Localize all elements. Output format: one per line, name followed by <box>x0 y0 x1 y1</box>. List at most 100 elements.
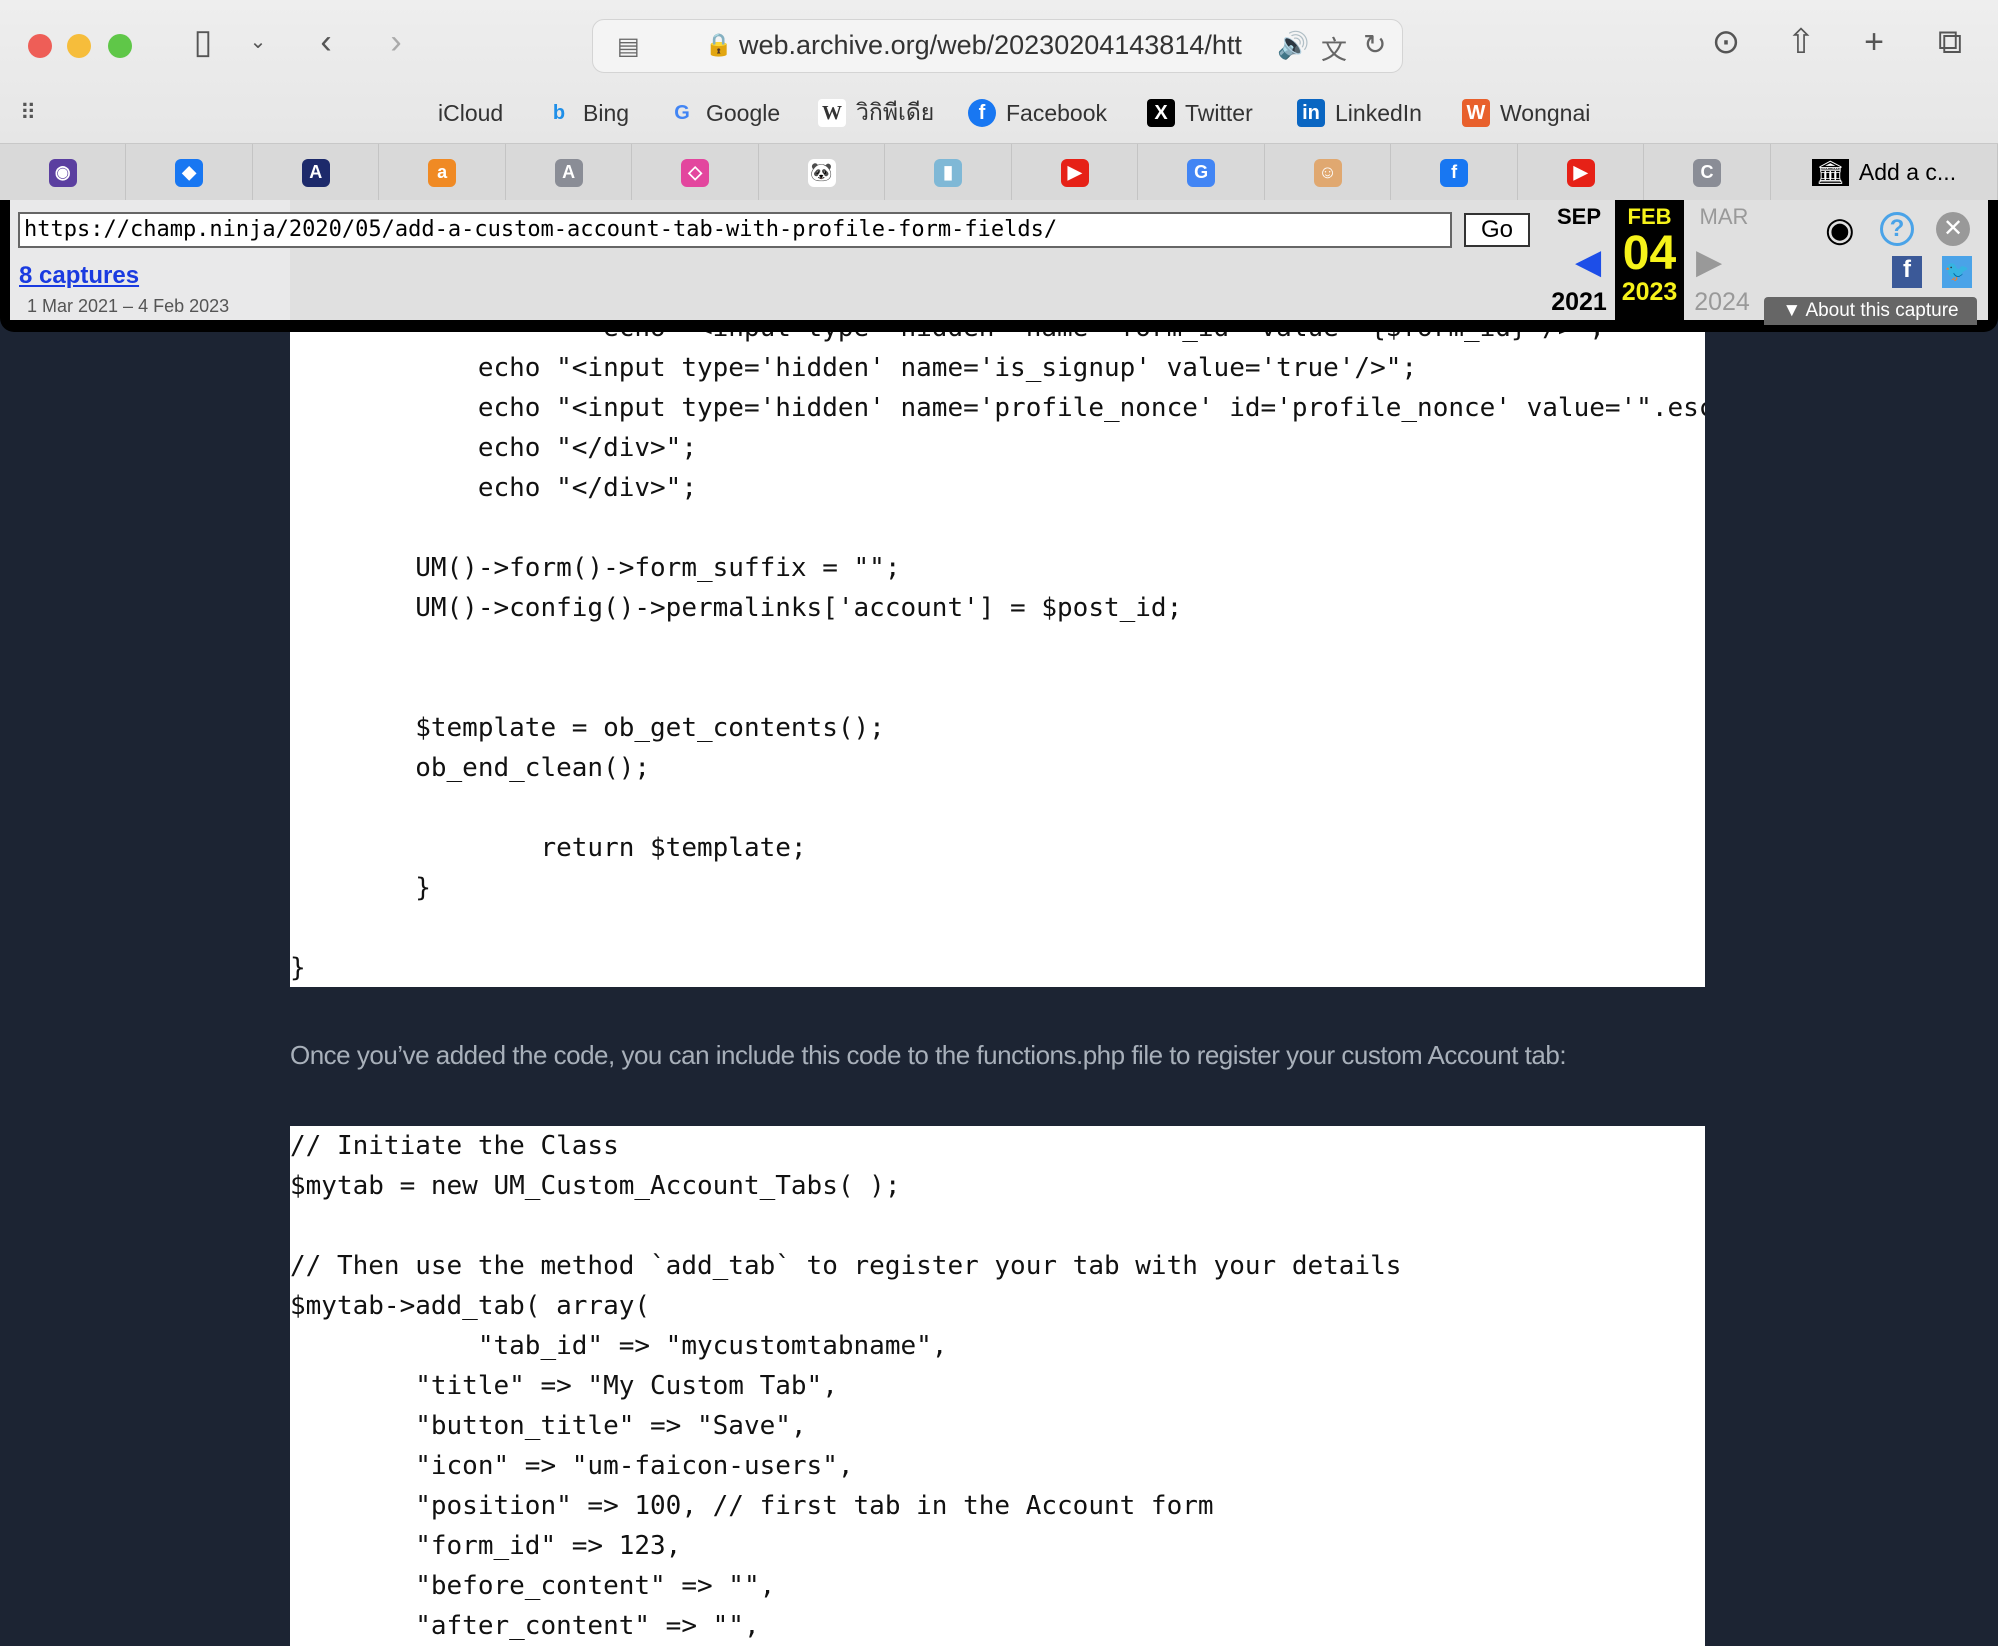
reader-icon[interactable]: ▤ <box>617 32 640 61</box>
bookmark-wikipedia[interactable]: W วิกิพีเดีย <box>818 96 934 130</box>
code-line: "after_content" => "", <box>290 1611 760 1641</box>
browser-tab[interactable]: ◉ <box>0 144 127 201</box>
bookmark-label: LinkedIn <box>1335 99 1422 126</box>
archive-icon: 🏛 <box>1811 159 1849 186</box>
share-icon[interactable]: ⇧ <box>1779 22 1823 62</box>
wayback-toolbar: https://champ.ninja/2020/05/add-a-custom… <box>0 200 1998 332</box>
browser-tab[interactable]: G <box>1138 144 1265 201</box>
download-icon[interactable]: ⊙ <box>1704 22 1748 62</box>
code-line: "title" => "My Custom Tab", <box>290 1371 838 1401</box>
bookmark-google[interactable]: G Google <box>668 96 780 130</box>
prev-month[interactable]: SEP <box>1545 204 1613 230</box>
bookmark-bing[interactable]: b Bing <box>545 96 629 130</box>
bookmark-label: Wongnai <box>1500 99 1591 126</box>
browser-tab[interactable]: A <box>253 144 380 201</box>
tab-bar: ◉ ◆ Aa A ◇ 🐼 ▮ ▶ G ☺ f ▶ C 🏛 Add a c... <box>0 143 1998 201</box>
minimize-window-button[interactable] <box>67 34 91 58</box>
close-window-button[interactable] <box>28 34 52 58</box>
browser-tab[interactable]: ◆ <box>126 144 253 201</box>
forward-icon[interactable]: › <box>374 22 418 62</box>
browser-tab[interactable]: 🐼 <box>759 144 886 201</box>
next-year[interactable]: 2024 <box>1688 288 1756 317</box>
browser-tab[interactable]: ▶ <box>1518 144 1645 201</box>
bookmark-label: Google <box>706 99 781 126</box>
purple-creature-icon: ◉ <box>48 158 77 187</box>
reload-icon[interactable]: ↻ <box>1363 28 1386 61</box>
twitter-share-icon[interactable]: 🐦 <box>1942 256 1972 288</box>
tab-overview-icon[interactable]: ⧉ <box>1928 22 1972 62</box>
browser-tab[interactable]: a <box>379 144 506 201</box>
paragraph: Once you’ve added the code, you can incl… <box>290 1040 1567 1070</box>
bookmark-label: วิกิพีเดีย <box>856 99 935 125</box>
close-wayback-icon[interactable]: ✕ <box>1936 212 1970 246</box>
prev-capture-arrow-icon[interactable]: ◀ <box>1575 242 1601 282</box>
maximize-window-button[interactable] <box>108 34 132 58</box>
a-logo-icon: A <box>301 158 330 187</box>
bookmark-facebook[interactable]: f Facebook <box>968 96 1107 130</box>
facebook-share-icon[interactable]: f <box>1892 256 1922 288</box>
code-line: "tab_id" => "mycustomtabname", <box>290 1331 948 1361</box>
code-line: UM()->form()->form_suffix = ""; <box>290 553 901 583</box>
code-line: } <box>290 953 306 983</box>
code-line: return $template; <box>290 833 807 863</box>
x-icon: X <box>1147 99 1175 127</box>
prev-year[interactable]: 2021 <box>1545 288 1613 317</box>
panda-icon: 🐼 <box>807 158 836 187</box>
capture-range: 1 Mar 2021 – 4 Feb 2023 <box>27 296 230 316</box>
browser-tab[interactable]: A <box>506 144 633 201</box>
code-line: echo "<input type='hidden' name='profile… <box>290 393 1705 423</box>
browser-tab[interactable]: f <box>1391 144 1518 201</box>
bookmark-label: Facebook <box>1006 99 1108 126</box>
browser-tab[interactable]: C <box>1644 144 1771 201</box>
bookmark-linkedin[interactable]: in LinkedIn <box>1297 96 1422 130</box>
account-icon[interactable]: ◉ <box>1825 210 1855 250</box>
bookmark-label: iCloud <box>438 99 504 126</box>
code-line: echo "</div>"; <box>290 473 697 503</box>
code-block-class: echo "<input type='hidden' name='mode' v… <box>290 228 1705 987</box>
youtube-icon: ▶ <box>1060 158 1089 187</box>
chevron-down-icon[interactable]: ⌄ <box>236 22 280 62</box>
next-capture-arrow-icon[interactable]: ▶ <box>1696 242 1722 282</box>
code-line: // Initiate the Class <box>290 1131 619 1161</box>
bookmark-icloud[interactable]: iCloud <box>400 96 503 130</box>
sidebar-icon[interactable]: ▯ <box>181 22 225 62</box>
address-text: web.archive.org/web/20230204143814/htt <box>739 30 1242 60</box>
about-capture-button[interactable]: ▼ About this capture <box>1764 297 1977 325</box>
clickup-icon: ◇ <box>681 158 710 187</box>
bookmark-twitter[interactable]: X Twitter <box>1147 96 1253 130</box>
about-label: About this capture <box>1805 300 1959 321</box>
face-icon: ☺ <box>1313 158 1342 187</box>
code-line: "button_title" => "Save", <box>290 1411 807 1441</box>
new-tab-icon[interactable]: + <box>1852 22 1896 62</box>
audio-icon[interactable]: 🔊 <box>1277 30 1309 61</box>
browser-tab-active[interactable]: 🏛 Add a c... <box>1771 144 1998 201</box>
bing-icon: b <box>552 101 566 124</box>
go-button[interactable]: Go <box>1464 213 1530 247</box>
address-bar[interactable]: ▤ 🔒 web.archive.org/web/20230204143814/h… <box>592 19 1403 73</box>
code-line: "position" => 100, // first tab in the A… <box>290 1491 1214 1521</box>
translate-icon[interactable]: ⽂ <box>1321 30 1347 67</box>
browser-tab[interactable]: ☺ <box>1265 144 1392 201</box>
triangle-down-icon: ▼ <box>1782 300 1806 321</box>
browser-tab[interactable]: ▶ <box>1012 144 1139 201</box>
browser-tab[interactable]: ▮ <box>885 144 1012 201</box>
current-day: 04 <box>1622 227 1677 280</box>
linkedin-icon: in <box>1297 99 1325 127</box>
wayback-url-input[interactable]: https://champ.ninja/2020/05/add-a-custom… <box>18 212 1452 248</box>
help-icon[interactable]: ? <box>1880 212 1914 246</box>
facebook-icon: f <box>968 99 996 127</box>
apple-icon <box>400 99 428 127</box>
back-icon[interactable]: ‹ <box>304 22 348 62</box>
google-icon: G <box>1187 158 1216 187</box>
captures-link[interactable]: 8 captures <box>19 262 139 290</box>
grid-icon[interactable]: ⠿ <box>20 100 36 126</box>
code-line: "icon" => "um-faicon-users", <box>290 1451 854 1481</box>
tab-title: Add a c... <box>1858 159 1957 185</box>
bookmark-wongnai[interactable]: W Wongnai <box>1462 96 1590 130</box>
next-month[interactable]: MAR <box>1690 204 1758 230</box>
browser-tab[interactable]: ◇ <box>632 144 759 201</box>
